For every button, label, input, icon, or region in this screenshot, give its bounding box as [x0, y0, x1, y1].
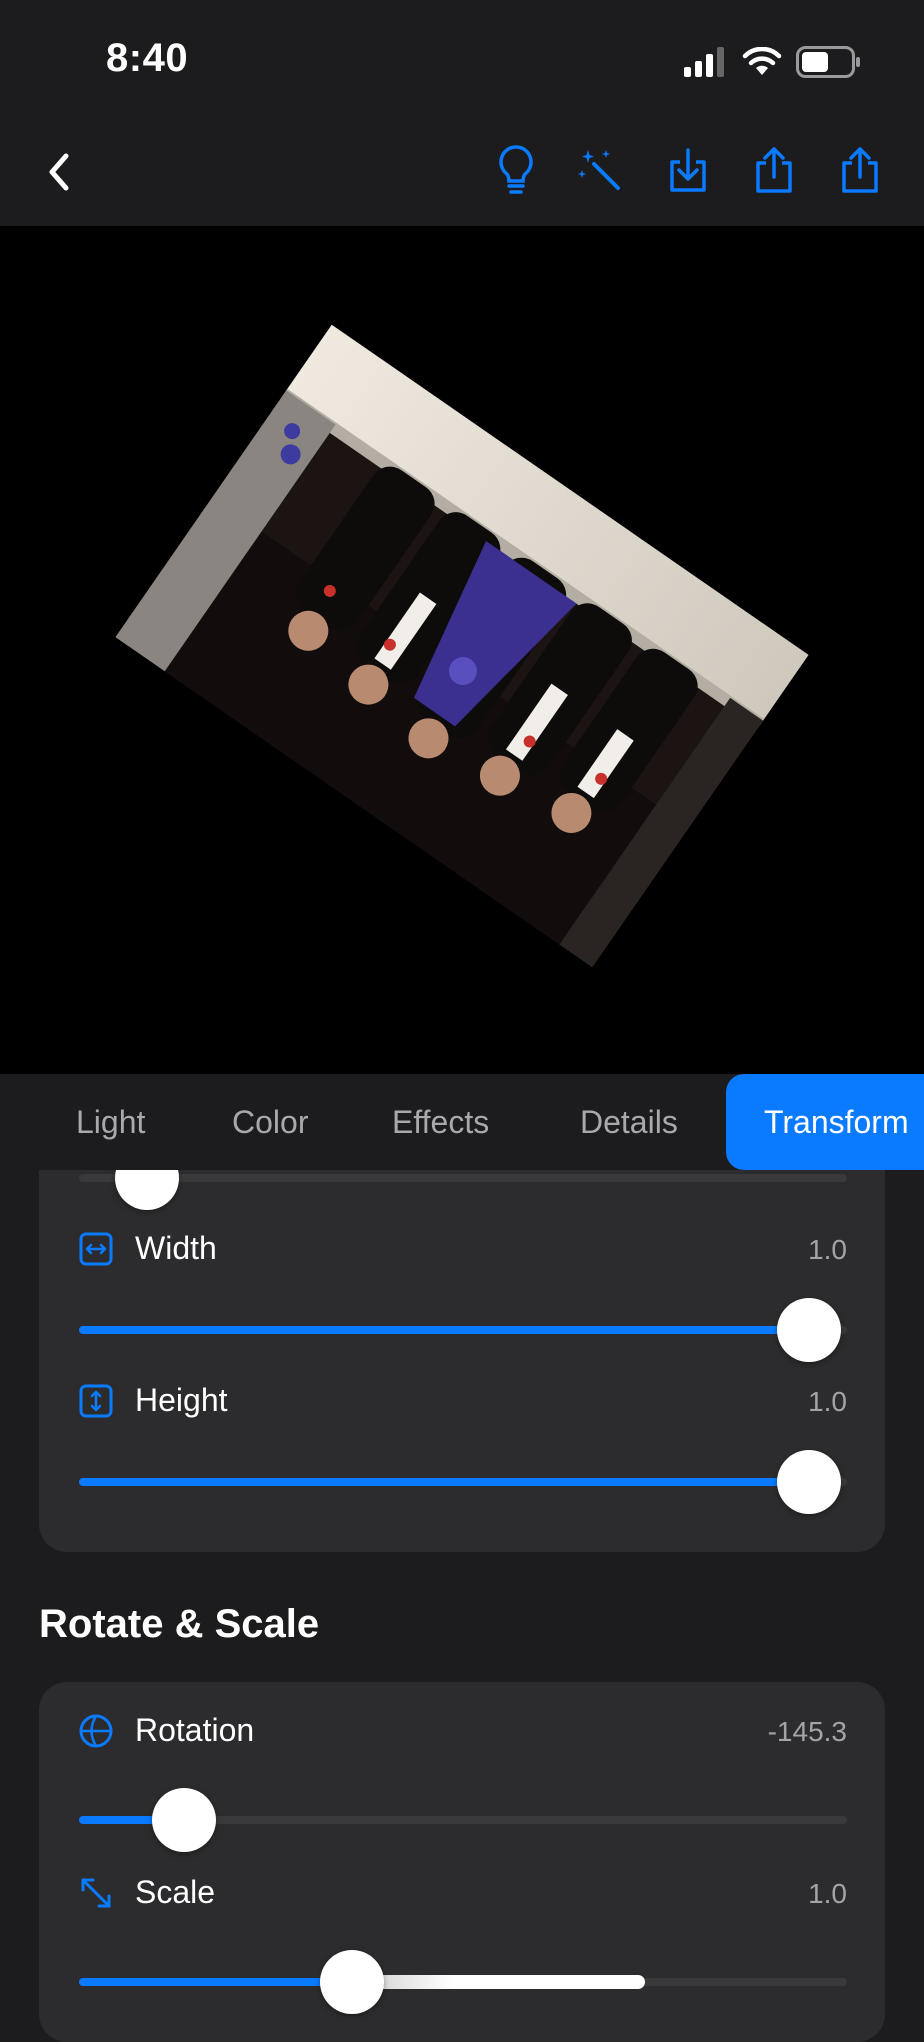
height-slider-thumb[interactable] — [777, 1450, 841, 1514]
width-slider-fill — [79, 1326, 809, 1334]
scale-slider[interactable] — [79, 1950, 847, 2014]
rotation-label: Rotation — [135, 1712, 255, 1748]
wifi-icon — [742, 47, 782, 75]
scale-row-label: Scale — [79, 1874, 215, 1911]
cell-signal-icon — [684, 47, 724, 77]
height-value: 1.0 — [808, 1386, 847, 1417]
status-bar: 8:40 — [0, 0, 924, 120]
rotate-scale-title: Rotate & Scale — [39, 1602, 320, 1646]
rotation-slider[interactable] — [79, 1788, 847, 1852]
rotation-row-label: Rotation — [79, 1712, 254, 1749]
export-button[interactable] — [744, 140, 804, 200]
rotate-scale-panel: Rotation -145.3 Scale 1.0 — [39, 1682, 885, 2042]
back-button[interactable] — [34, 146, 86, 198]
suggestions-button[interactable] — [486, 140, 546, 200]
save-button[interactable] — [658, 140, 718, 200]
rotation-icon — [79, 1714, 113, 1747]
height-slider-fill — [79, 1478, 809, 1486]
tab-color[interactable]: Color — [232, 1074, 308, 1170]
status-time: 8:40 — [106, 36, 189, 80]
width-value: 1.0 — [808, 1234, 847, 1265]
width-icon — [79, 1232, 113, 1265]
width-slider-thumb[interactable] — [777, 1298, 841, 1362]
height-row-label: Height — [79, 1382, 228, 1419]
nav-bar — [0, 120, 924, 226]
status-icons — [684, 44, 862, 80]
adjustment-tabs-overlay: Light Color Effects Details Transform — [0, 1074, 924, 1170]
chevron-left-icon — [49, 153, 69, 191]
scale-label: Scale — [135, 1874, 216, 1910]
scale-slider-fill — [79, 1978, 352, 1986]
battery-icon — [796, 46, 860, 78]
scale-value: 1.0 — [808, 1878, 847, 1909]
share-button[interactable] — [830, 140, 890, 200]
width-slider[interactable] — [79, 1298, 847, 1362]
width-label: Width — [135, 1230, 217, 1266]
height-slider[interactable] — [79, 1450, 847, 1514]
slider-track[interactable] — [79, 1146, 847, 1210]
scale-icon — [81, 1878, 111, 1907]
lightbulb-icon — [499, 145, 533, 194]
download-icon — [670, 148, 706, 192]
auto-enhance-button[interactable] — [570, 140, 630, 200]
tab-details[interactable]: Details — [580, 1074, 678, 1170]
tab-effects[interactable]: Effects — [392, 1074, 489, 1170]
photo-canvas[interactable] — [0, 226, 924, 1074]
rotation-slider-thumb[interactable] — [152, 1788, 216, 1852]
perspective-panel: Width 1.0 Height 1.0 — [39, 1110, 885, 1552]
width-row-label: Width — [79, 1230, 217, 1267]
magic-wand-icon — [578, 150, 620, 190]
share-icon — [756, 147, 792, 193]
height-label: Height — [135, 1382, 228, 1418]
tab-light[interactable]: Light — [76, 1074, 145, 1170]
share-icon — [842, 147, 878, 193]
rotation-value: -145.3 — [767, 1716, 847, 1747]
height-icon — [79, 1384, 113, 1417]
tab-transform[interactable]: Transform — [726, 1074, 924, 1170]
edited-photo[interactable] — [0, 226, 924, 1074]
scale-slider-thumb[interactable] — [319, 1950, 384, 2014]
